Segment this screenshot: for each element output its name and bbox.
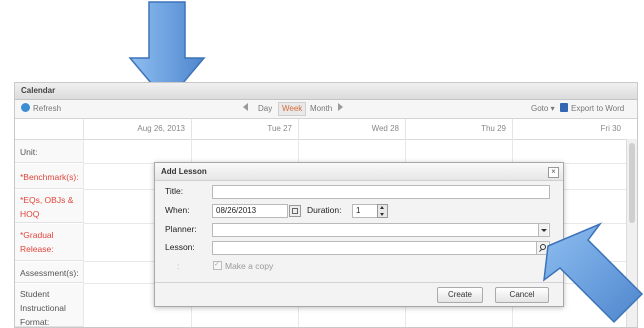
view-day-button[interactable]: Day <box>258 103 272 115</box>
refresh-label: Refresh <box>33 104 62 113</box>
duration-label: Duration: <box>307 205 342 215</box>
make-copy-checkbox[interactable] <box>213 259 222 271</box>
calendar-toolbar: Refresh Day Week Month Goto ▾ Export to … <box>15 100 637 119</box>
make-copy-checkbox-row[interactable]: Make a copy <box>213 259 274 272</box>
day-header: Aug 26, 2013 <box>83 119 191 139</box>
row-label-unit: Unit: <box>15 140 83 163</box>
scroll-thumb[interactable] <box>629 143 635 223</box>
refresh-icon <box>21 103 30 112</box>
calendar-day-header: Aug 26, 2013 Tue 27 Wed 28 Thu 29 Fri 30 <box>15 119 637 140</box>
goto-button[interactable]: Goto ▾ <box>531 103 555 115</box>
view-week-button[interactable]: Week <box>278 102 307 116</box>
lesson-label: Lesson: <box>165 242 195 252</box>
close-icon[interactable]: × <box>548 167 559 178</box>
title-input[interactable] <box>212 185 550 199</box>
prev-button[interactable] <box>243 103 248 115</box>
title-label: Title: <box>165 186 184 196</box>
when-date-input[interactable] <box>212 204 288 218</box>
stepper-down-icon <box>380 213 384 216</box>
day-header: Thu 29 <box>405 119 512 139</box>
duration-stepper[interactable] <box>377 204 388 218</box>
cancel-button[interactable]: Cancel <box>495 287 549 303</box>
make-copy-label: Make a copy <box>225 261 274 271</box>
view-month-button[interactable]: Month <box>310 103 332 115</box>
grid-line <box>83 139 84 327</box>
copy-colon: : <box>177 261 180 271</box>
lesson-input[interactable] <box>212 241 550 255</box>
planner-select[interactable] <box>212 223 550 237</box>
row-label-student-format: Student Instructional Format: <box>15 284 83 327</box>
dialog-title: Add Lesson <box>155 163 563 181</box>
calendar-icon[interactable] <box>289 205 301 217</box>
stepper-up-icon <box>380 206 384 209</box>
dialog-divider <box>155 282 563 283</box>
row-label-eqs: *EQs, OBJs & HOQ <box>15 190 83 223</box>
export-label: Export to Word <box>571 104 625 113</box>
up-left-arrow-icon <box>543 222 644 324</box>
day-header: Wed 28 <box>298 119 405 139</box>
panel-title: Calendar <box>15 83 637 100</box>
export-button[interactable]: Export to Word <box>560 103 624 115</box>
row-label-gradual-release: *Gradual Release: <box>15 224 83 261</box>
when-label: When: <box>165 205 190 215</box>
row-label-benchmark: *Benchmark(s): <box>15 164 83 189</box>
row-label-assessment: Assessment(s): <box>15 262 83 283</box>
planner-label: Planner: <box>165 224 197 234</box>
day-header: Fri 30 <box>512 119 627 139</box>
day-header: Tue 27 <box>191 119 298 139</box>
triangle-right-icon <box>338 103 343 111</box>
next-button[interactable] <box>338 103 343 115</box>
triangle-left-icon <box>243 103 248 111</box>
add-lesson-dialog: Add Lesson × Title: When: Duration: Plan… <box>154 162 564 307</box>
refresh-button[interactable]: Refresh <box>21 103 61 115</box>
word-icon <box>560 103 568 112</box>
create-button[interactable]: Create <box>437 287 483 303</box>
